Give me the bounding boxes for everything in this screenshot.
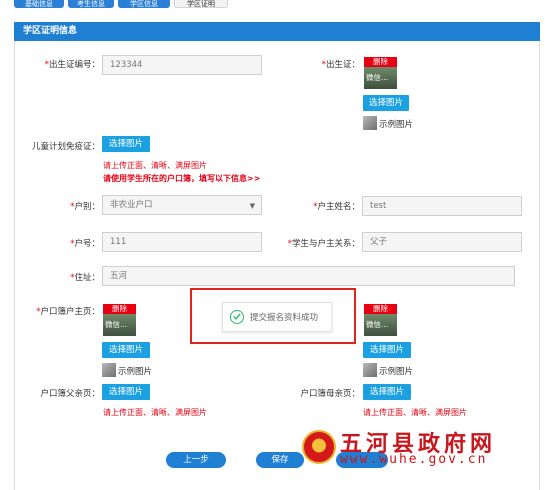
hukou-main-sample-icon bbox=[102, 363, 116, 377]
relation-label: *学生与户主关系： bbox=[287, 239, 360, 249]
hukou-main-delete-button[interactable]: 删除 bbox=[103, 304, 136, 314]
birth-cert-label: *出生证： bbox=[321, 60, 360, 70]
birth-cert-select-button[interactable]: 选择图片 bbox=[363, 95, 409, 111]
tab-basic-info[interactable]: 基础信息 bbox=[14, 0, 64, 8]
address-label: *住址： bbox=[70, 273, 100, 283]
hukou-main-filename: 微信... bbox=[103, 314, 136, 336]
birth-cert-no-input[interactable]: 123344 bbox=[102, 55, 262, 75]
hukou-main-label: *户口簿户主页： bbox=[36, 307, 100, 317]
hukou-student-sample-link[interactable]: 示例图片 bbox=[379, 365, 413, 377]
household-note: 请使用学生所在的户口簿，填写以下信息>> bbox=[103, 174, 261, 183]
check-icon bbox=[230, 310, 244, 324]
emblem-icon bbox=[302, 430, 336, 464]
hukou-father-label: 户口簿父亲页： bbox=[40, 389, 100, 399]
address-input[interactable]: 五河 bbox=[102, 266, 515, 286]
hukou-type-label: *户别： bbox=[70, 202, 100, 212]
prev-button[interactable]: 上一步 bbox=[166, 452, 226, 468]
birth-cert-filename: 微信... bbox=[364, 67, 397, 89]
hukou-no-input[interactable]: 111 bbox=[102, 232, 262, 252]
section-title: 学区证明信息 bbox=[14, 22, 540, 41]
hukou-mother-note: 请上传正面、清晰、满屏图片 bbox=[363, 408, 467, 417]
hukou-student-delete-button[interactable]: 删除 bbox=[364, 304, 397, 314]
vaccine-label: 儿童计划免疫证： bbox=[31, 142, 100, 152]
tab-district-info[interactable]: 学区信息 bbox=[118, 0, 170, 8]
hukou-student-filename: 微信... bbox=[364, 314, 397, 336]
hukou-mother-select-button[interactable]: 选择图片 bbox=[363, 384, 411, 400]
vaccine-select-button[interactable]: 选择图片 bbox=[102, 136, 150, 152]
hukou-student-sample-icon bbox=[363, 363, 377, 377]
birth-cert-thumbnail: 删除 微信... bbox=[364, 57, 397, 89]
birth-cert-no-label: *出生证编号： bbox=[44, 60, 100, 70]
upload-note: 请上传正面、清晰、满屏图片 bbox=[103, 161, 207, 170]
hukou-main-select-button[interactable]: 选择图片 bbox=[102, 342, 150, 358]
hukou-no-label: *户号： bbox=[70, 239, 100, 249]
hukou-father-note: 请上传正面、清晰、满屏图片 bbox=[103, 408, 207, 417]
tab-district-proof[interactable]: 学区证明 bbox=[174, 0, 228, 8]
hukou-type-select[interactable]: 非农业户口 ▼ bbox=[102, 195, 262, 215]
birth-cert-sample-link[interactable]: 示例图片 bbox=[379, 118, 413, 130]
hukou-father-select-button[interactable]: 选择图片 bbox=[102, 384, 150, 400]
success-message: 提交报名资料成功 bbox=[250, 313, 319, 323]
relation-input[interactable]: 父子 bbox=[362, 232, 522, 252]
birth-cert-delete-button[interactable]: 删除 bbox=[364, 57, 397, 67]
birth-cert-sample-icon bbox=[363, 116, 377, 130]
hukou-student-thumbnail: 删除 微信... bbox=[364, 304, 397, 336]
save-button[interactable]: 保存 bbox=[256, 452, 304, 468]
hukou-main-sample-link[interactable]: 示例图片 bbox=[118, 365, 152, 377]
watermark-url: www.wuhe.gov.cn bbox=[340, 452, 488, 467]
tab-strip: 基础信息 考生信息 学区信息 学区证明 bbox=[0, 0, 554, 10]
householder-name-input[interactable]: test bbox=[362, 196, 522, 216]
hukou-mother-label: 户口簿母亲页： bbox=[300, 389, 360, 399]
hukou-main-thumbnail: 删除 微信... bbox=[103, 304, 136, 336]
hukou-student-select-button[interactable]: 选择图片 bbox=[363, 342, 411, 358]
householder-name-label: *户主姓名： bbox=[313, 202, 360, 212]
chevron-down-icon: ▼ bbox=[249, 202, 255, 210]
tab-student-info[interactable]: 考生信息 bbox=[68, 0, 114, 8]
